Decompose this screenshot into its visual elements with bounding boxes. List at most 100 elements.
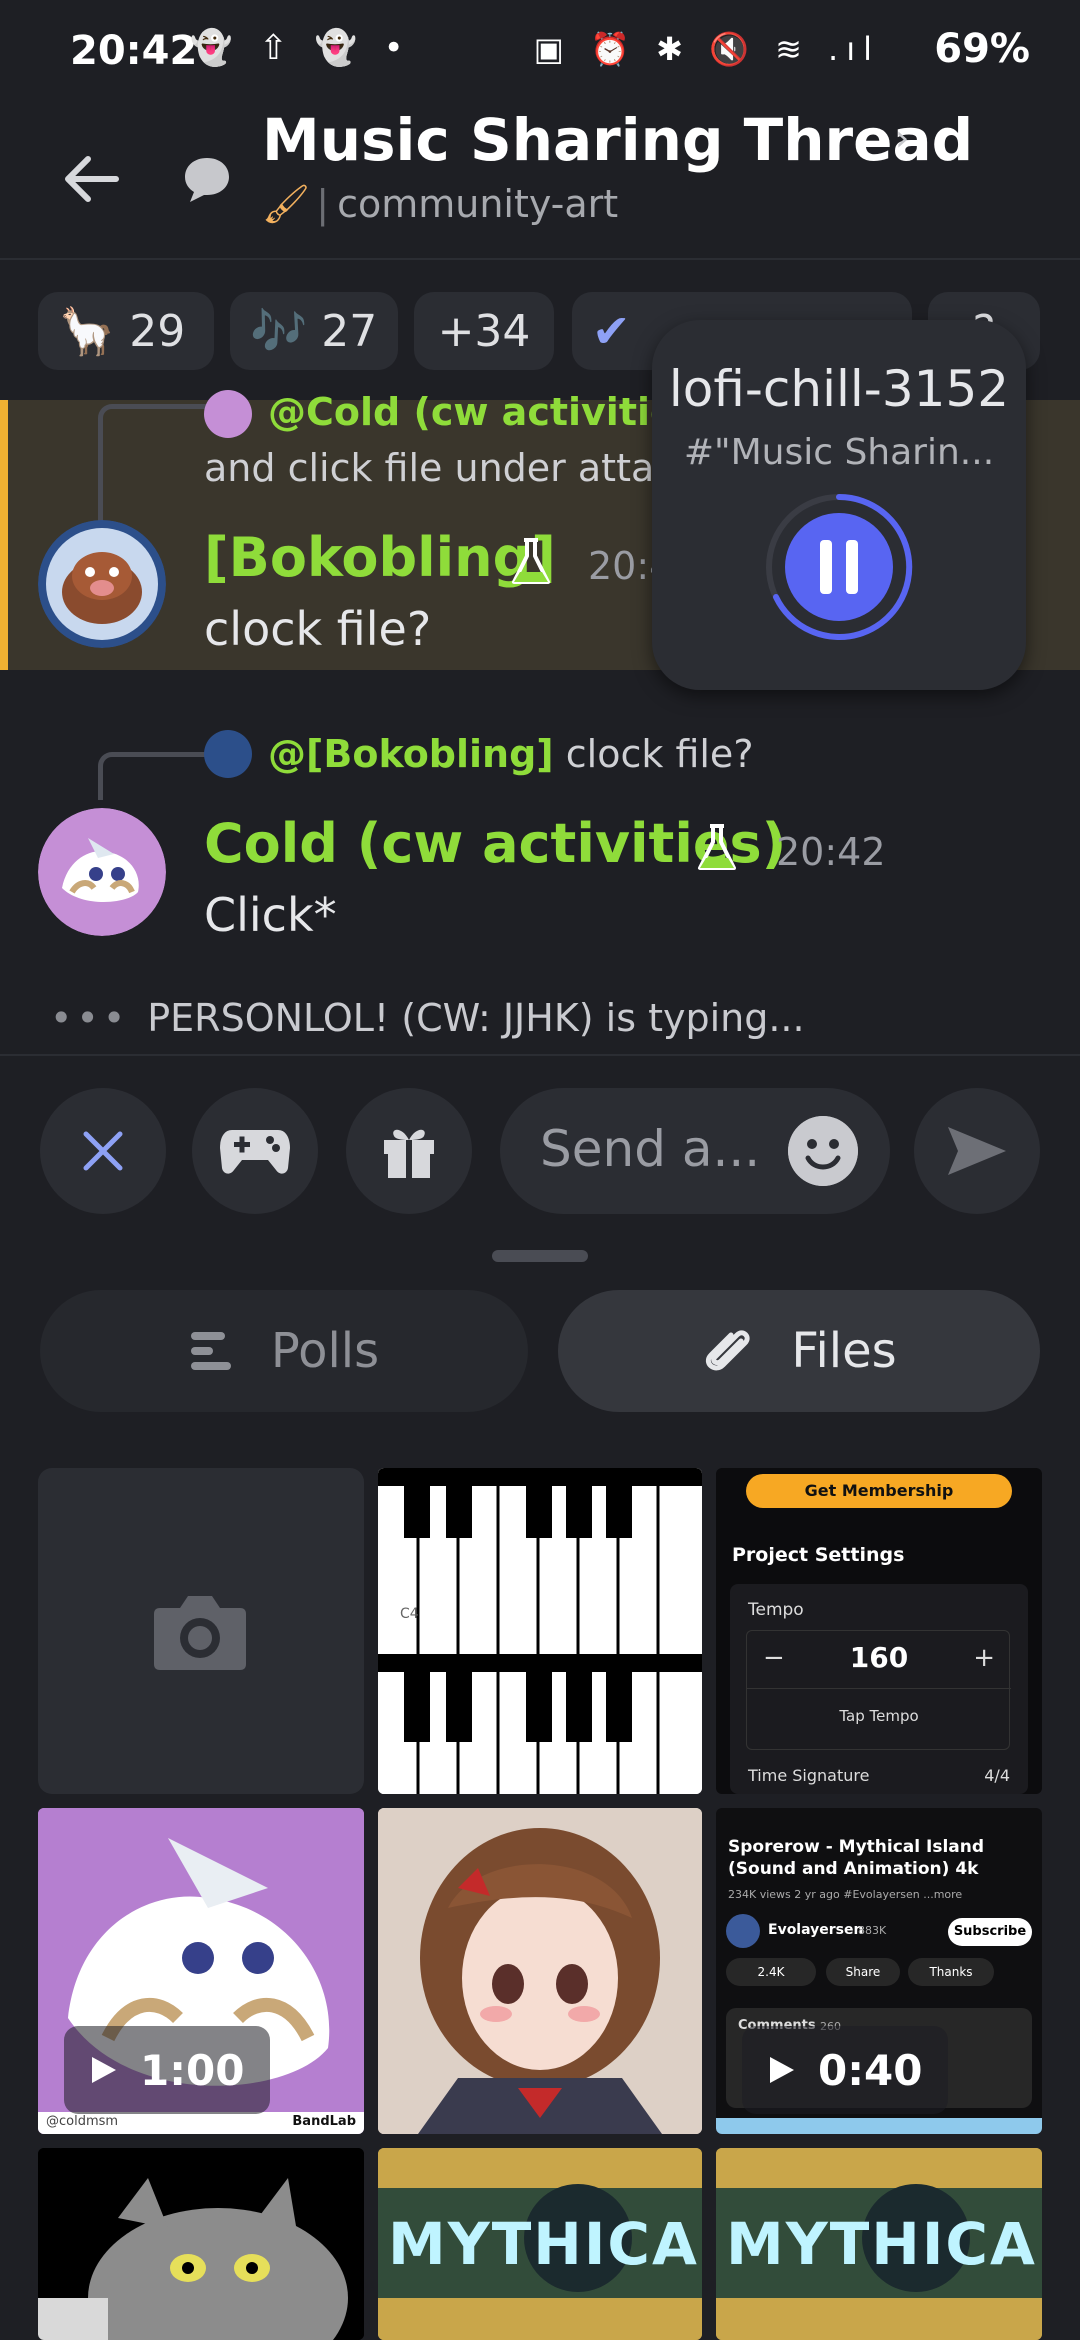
- tempo-plus: +: [973, 1643, 995, 1673]
- play-icon: [92, 2057, 116, 2083]
- llama-emoji-icon: 🦙: [58, 303, 116, 358]
- gift-icon: [384, 1129, 434, 1178]
- avatar-cold[interactable]: [38, 808, 166, 936]
- get-membership-badge: Get Membership: [746, 1474, 1012, 1508]
- more-reactions-pill[interactable]: +34: [414, 292, 554, 370]
- tempo-box: − 160 + Tap Tempo: [746, 1630, 1011, 1750]
- mythical-logo-text: MYTHICAL: [388, 2210, 702, 2278]
- piano-image-tile[interactable]: C4: [378, 1468, 702, 1794]
- message-input[interactable]: Send a...: [500, 1088, 890, 1214]
- paintbrush-icon: 🖌: [262, 182, 311, 226]
- polls-icon: [190, 1332, 231, 1370]
- yt-share: Share: [826, 1958, 900, 1986]
- reply-body: and click file under attat: [204, 446, 670, 490]
- video-duration: 1:00: [140, 2045, 245, 2095]
- reaction-count: 29: [129, 305, 186, 357]
- message-body: clock file?: [204, 602, 432, 656]
- video-tile-cold[interactable]: 1:00 @coldmsm BandLab: [38, 1808, 364, 2134]
- reaction-count: +34: [437, 305, 531, 357]
- tap-tempo-label: Tap Tempo: [839, 1707, 919, 1725]
- close-icon: [83, 1131, 123, 1171]
- thread-header: Music Sharing Thread › 🖌 | community-art: [0, 100, 1080, 260]
- composer-divider: [0, 1054, 1080, 1056]
- mythical-logo-tile-2[interactable]: MYTHICAL: [716, 2148, 1042, 2340]
- anime-image-tile[interactable]: [378, 1808, 702, 2134]
- channel-name: community-art: [337, 182, 619, 226]
- sheet-drag-handle[interactable]: [492, 1250, 588, 1262]
- tempo-label: Tempo: [748, 1600, 804, 1620]
- notification-icons: 👻 ⇧ 👻 •: [190, 28, 412, 68]
- emoji-picker-icon[interactable]: [788, 1116, 858, 1186]
- video-duration-pill: 0:40: [742, 2026, 949, 2114]
- player-channel: #"Music Sharin...: [683, 432, 995, 473]
- typing-indicator: ••• PERSONLOL! (CW: JJHK) is typing...: [50, 996, 805, 1040]
- camera-tile[interactable]: [38, 1468, 364, 1794]
- typing-text: PERSONLOL! (CW: JJHK) is typing...: [147, 996, 805, 1040]
- check-emoji-icon: ✔: [592, 304, 631, 358]
- message-placeholder: Send a...: [540, 1120, 761, 1178]
- chevron-right-icon[interactable]: ›: [895, 118, 909, 159]
- pause-button[interactable]: [764, 492, 914, 642]
- mythical-logo-tile[interactable]: MYTHICAL: [378, 2148, 702, 2340]
- tempo-stepper-row: − 160 +: [747, 1631, 1011, 1689]
- mini-music-player[interactable]: lofi-chill-3152 #"Music Sharin...: [652, 320, 1026, 690]
- mythical-logo-text: MYTHICAL: [726, 2210, 1042, 2278]
- send-button[interactable]: [914, 1088, 1040, 1214]
- back-arrow-icon[interactable]: [56, 144, 126, 214]
- time-signature-value: 4/4: [984, 1766, 1010, 1785]
- yt-thanks: Thanks: [908, 1958, 994, 1986]
- activities-button[interactable]: [192, 1088, 318, 1214]
- reply-mention: @[Bokobling]: [268, 732, 554, 776]
- project-settings-tile[interactable]: Get Membership Project Settings Tempo − …: [716, 1468, 1042, 1794]
- yt-channel-avatar: [726, 1914, 760, 1948]
- avatar-bokobling[interactable]: [38, 520, 166, 648]
- player-track-title: lofi-chill-3152: [668, 360, 1010, 418]
- gamepad-icon: [220, 1130, 290, 1174]
- reply-connector: [98, 752, 206, 800]
- reply-snippet[interactable]: and click file under attat: [204, 446, 669, 490]
- reply-avatar: [204, 730, 252, 778]
- piano-keys-image: [378, 1468, 702, 1794]
- video-duration: 0:40: [818, 2045, 923, 2095]
- status-time: 20:42: [70, 28, 198, 74]
- channel-breadcrumb[interactable]: 🖌 | community-art: [262, 182, 618, 227]
- message-author[interactable]: [Bokobling]: [204, 526, 556, 589]
- flask-badge-icon: [698, 824, 736, 870]
- status-bar: 20:42 👻 ⇧ 👻 • ▣ ⏰ ✱ 🔇 ≋ .ıl 69%: [0, 0, 1080, 100]
- reaction-count: 27: [321, 305, 378, 357]
- youtube-screenshot-tile[interactable]: Sporerow - Mythical Island (Sound and An…: [716, 1808, 1042, 2134]
- anime-girl-image: [378, 1808, 702, 2134]
- battery-level: 69%: [934, 26, 1030, 72]
- pause-icon: [820, 540, 832, 594]
- reply-preview[interactable]: @[Bokobling] clock file?: [268, 732, 753, 776]
- tempo-panel: Tempo − 160 + Tap Tempo Time Signature 4…: [730, 1584, 1028, 1794]
- reply-avatar: [204, 390, 252, 438]
- paperclip-icon: [706, 1330, 750, 1371]
- settings-heading: Project Settings: [732, 1544, 905, 1566]
- cat-sticker-tile[interactable]: [38, 2148, 364, 2340]
- thread-title[interactable]: Music Sharing Thread: [262, 106, 973, 174]
- yt-video-title: Sporerow - Mythical Island (Sound and An…: [728, 1837, 985, 1879]
- tab-files[interactable]: Files: [558, 1290, 1040, 1412]
- gift-button[interactable]: [346, 1088, 472, 1214]
- yt-bottom-strip: [716, 2118, 1042, 2134]
- highlight-bar: [0, 400, 8, 670]
- bandlab-logo: BandLab: [292, 2114, 356, 2129]
- typing-dots-icon: •••: [50, 996, 130, 1040]
- reply-preview[interactable]: @Cold (cw activities): [268, 390, 716, 434]
- send-icon: [948, 1127, 1006, 1175]
- play-icon: [770, 2057, 794, 2083]
- message-body: Click*: [204, 888, 337, 942]
- close-attachments-button[interactable]: [40, 1088, 166, 1214]
- video-duration-pill: 1:00: [64, 2026, 271, 2114]
- yt-video-meta: 234K views 2 yr ago #Evolayersen ...more: [728, 1888, 963, 1901]
- tab-polls[interactable]: Polls: [40, 1290, 528, 1412]
- reaction-pill[interactable]: 🦙 29: [38, 292, 214, 370]
- system-icons: ▣ ⏰ ✱ 🔇 ≋ .ıl: [533, 30, 880, 68]
- flask-badge-icon: [512, 538, 550, 584]
- tab-polls-label: Polls: [270, 1323, 380, 1379]
- reaction-pill[interactable]: 🎶 27: [230, 292, 398, 370]
- camera-icon: [154, 1596, 246, 1670]
- tab-files-label: Files: [791, 1323, 897, 1379]
- reply-mention: @Cold (cw activities): [268, 390, 716, 434]
